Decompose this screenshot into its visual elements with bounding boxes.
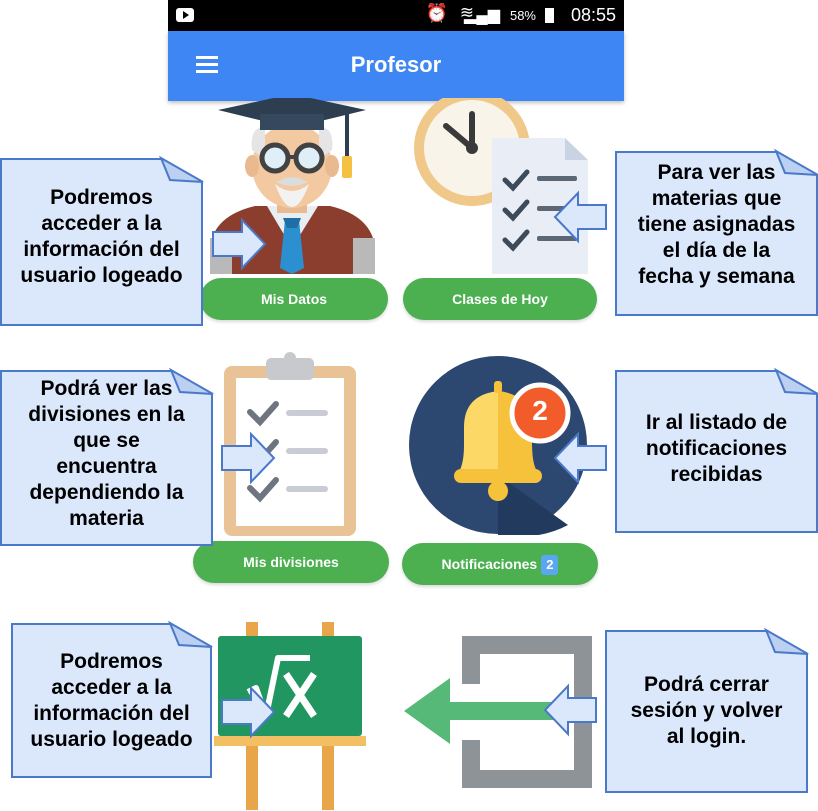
notificaciones-label: Notificaciones: [441, 556, 538, 572]
bell-badge-count: 2: [532, 395, 548, 426]
note-logout: Podrá cerrar sesión y volver al login.: [605, 630, 808, 793]
signal-icon: ▂▄▆: [464, 7, 500, 24]
notificaciones-button[interactable]: Notificaciones 2: [402, 543, 598, 585]
professor-icon[interactable]: [205, 98, 380, 274]
mis-datos-button[interactable]: Mis Datos: [200, 278, 388, 320]
clases-de-hoy-button[interactable]: Clases de Hoy: [403, 278, 597, 320]
bell-icon[interactable]: 2: [408, 355, 588, 535]
blackboard-sqrt-icon[interactable]: [214, 620, 366, 810]
mis-divisiones-button[interactable]: Mis divisiones: [193, 541, 389, 583]
logout-icon[interactable]: [404, 636, 594, 788]
clipboard-icon[interactable]: [222, 352, 358, 536]
note-notificaciones-text: Ir al listado de notificaciones recibida…: [645, 411, 788, 486]
note-pizarra-text: Podremos acceder a la información del us…: [30, 650, 193, 751]
note-logout-text: Podrá cerrar sesión y volver al login.: [630, 673, 783, 748]
alarm-icon: ⏰: [425, 3, 448, 23]
note-clases-hoy-text: Para ver las materias que tiene asignada…: [637, 161, 796, 288]
battery-level: 58%: [509, 8, 536, 23]
youtube-icon: [176, 8, 194, 22]
note-notificaciones: Ir al listado de notificaciones recibida…: [615, 370, 818, 533]
page-title: Profesor: [350, 52, 442, 77]
note-mis-datos-text: Podremos acceder a la información del us…: [20, 186, 183, 287]
notificaciones-count-badge: 2: [541, 555, 559, 576]
clock-checklist-icon[interactable]: [410, 98, 590, 274]
note-pizarra: Podremos acceder a la información del us…: [11, 623, 212, 778]
clock-time: 08:55: [570, 5, 616, 25]
note-clases-hoy: Para ver las materias que tiene asignada…: [615, 151, 818, 316]
note-mis-divisiones: Podrá ver las divisiones en la que se en…: [0, 370, 213, 546]
battery-icon: [545, 8, 554, 23]
note-mis-datos: Podremos acceder a la información del us…: [0, 158, 203, 326]
status-bar: ⏰ ≋ ▂▄▆ 58% 08:55: [168, 0, 624, 31]
app-toolbar: Profesor: [168, 31, 624, 101]
note-mis-divisiones-text: Podrá ver las divisiones en la que se en…: [28, 377, 185, 530]
